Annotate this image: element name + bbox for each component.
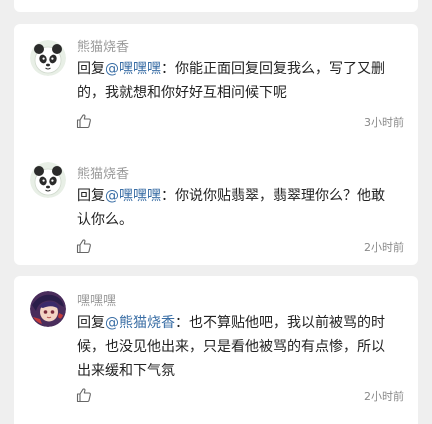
separator: ： xyxy=(161,188,175,204)
separator: ： xyxy=(175,315,189,331)
comment-text-line: 认你么。 xyxy=(77,212,133,228)
panda-avatar-icon[interactable] xyxy=(30,162,66,198)
comment-text: 回复@嘿嘿嘿：你说你贴翡翠，翡翠理你么？他敢 认你么。 xyxy=(77,184,407,232)
comment-time: 3小时前 xyxy=(364,116,404,129)
comment-text-line: 候，也没见他出来，只是看他被骂的有点惨，所以 xyxy=(77,339,385,355)
thumbs-up-icon[interactable] xyxy=(76,387,92,403)
previous-comment-card xyxy=(14,0,418,12)
comment-author[interactable]: 熊猫烧香 xyxy=(77,36,129,55)
comment-author[interactable]: 嘿嘿嘿 xyxy=(77,290,116,309)
comment-text-line: 的，我就想和你好好互相问候下呢 xyxy=(77,85,287,101)
thumbs-up-icon[interactable] xyxy=(76,238,92,254)
comment-text-line: 回复@熊猫烧香：也不算贴他吧，我以前被骂的时 xyxy=(77,311,407,335)
comment-text-line: 出来缓和下气氛 xyxy=(77,363,175,379)
mention-link[interactable]: @嘿嘿嘿 xyxy=(105,61,161,77)
mention-link[interactable]: @嘿嘿嘿 xyxy=(105,188,161,204)
comment-time: 2小时前 xyxy=(364,241,404,254)
thumbs-up-icon[interactable] xyxy=(76,113,92,129)
panda-avatar-icon[interactable] xyxy=(30,40,66,76)
mention-link[interactable]: @熊猫烧香 xyxy=(105,315,175,331)
comment-text-line: 回复@嘿嘿嘿：你能正面回复回复我么，写了又删 xyxy=(77,57,407,81)
comment-author[interactable]: 熊猫烧香 xyxy=(77,163,129,182)
reply-prefix: 回复 xyxy=(77,188,105,204)
reply-prefix: 回复 xyxy=(77,61,105,77)
comment-time: 2小时前 xyxy=(364,390,404,403)
reply-prefix: 回复 xyxy=(77,315,105,331)
comment-text-part: 你说你贴翡翠，翡翠理你么？他敢 xyxy=(175,188,385,204)
anime-avatar-icon[interactable] xyxy=(30,291,66,327)
comment-text: 回复@熊猫烧香：也不算贴他吧，我以前被骂的时 候，也没见他出来，只是看他被骂的有… xyxy=(77,311,407,383)
comment-text-part: 你能正面回复回复我么，写了又删 xyxy=(175,61,385,77)
comment-text-part: 也不算贴他吧，我以前被骂的时 xyxy=(189,315,385,331)
comment-text: 回复@嘿嘿嘿：你能正面回复回复我么，写了又删 的，我就想和你好好互相问候下呢 xyxy=(77,57,407,105)
comment-text-line: 回复@嘿嘿嘿：你说你贴翡翠，翡翠理你么？他敢 xyxy=(77,184,407,208)
separator: ： xyxy=(161,61,175,77)
